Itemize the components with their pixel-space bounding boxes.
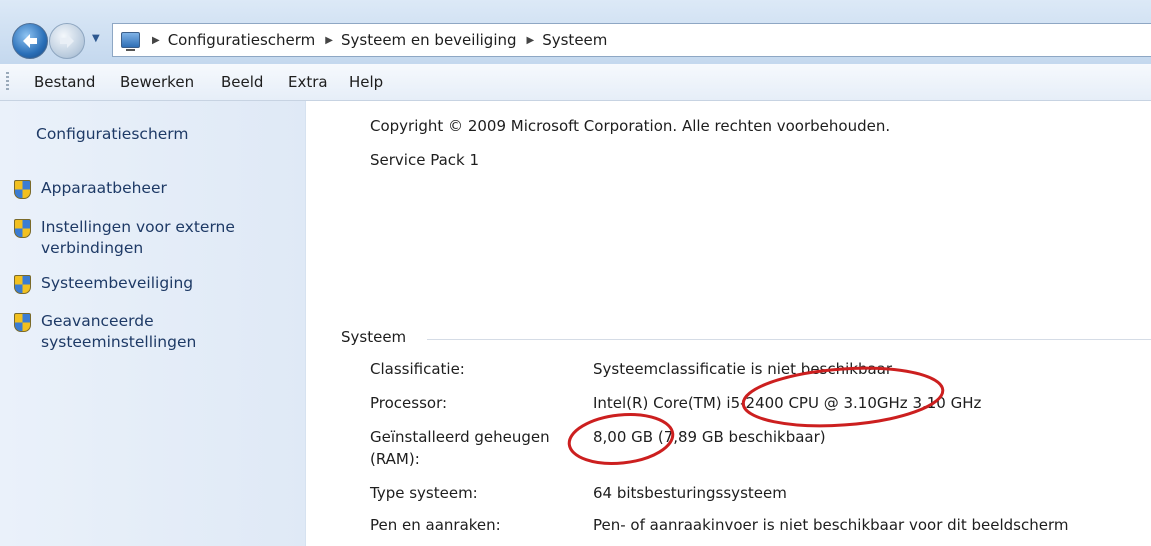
forward-arrow-icon (60, 34, 74, 48)
classification-link[interactable]: Systeemclassificatie is niet beschikbaar (593, 358, 892, 380)
computer-icon (121, 32, 140, 51)
control-panel-home-link[interactable]: Configuratiescherm (36, 125, 189, 143)
sidebar-item-label[interactable]: Geavanceerde systeeminstellingen (41, 311, 221, 353)
pen-touch-value: Pen- of aanraakinvoer is niet beschikbaa… (593, 516, 1069, 534)
processor-value: Intel(R) Core(TM) i5-2400 CPU @ 3.10GHz … (593, 394, 982, 412)
address-bar-area: ▼ ▶ Configuratiescherm ▶ Systeem en beve… (0, 0, 1151, 64)
chevron-right-icon[interactable]: ▶ (325, 35, 333, 46)
menu-beeld[interactable]: Beeld (221, 73, 263, 91)
system-group-title: Systeem (341, 328, 407, 346)
menu-bewerken[interactable]: Bewerken (120, 73, 194, 91)
service-pack-text: Service Pack 1 (370, 151, 480, 169)
forward-button[interactable] (49, 23, 85, 59)
menu-extra[interactable]: Extra (288, 73, 328, 91)
breadcrumb-item-systeem[interactable]: Systeem (542, 31, 607, 49)
menu-bar: Bestand Bewerken Beeld Extra Help (0, 64, 1151, 101)
recent-pages-dropdown[interactable]: ▼ (92, 33, 100, 44)
uac-shield-icon (14, 180, 31, 199)
task-pane: Configuratiescherm Apparaatbeheer Instel… (0, 101, 306, 546)
uac-shield-icon (14, 275, 31, 294)
sidebar-item-geavanceerde-systeeminstellingen[interactable]: Geavanceerde systeeminstellingen (14, 311, 221, 353)
chevron-right-icon[interactable]: ▶ (527, 35, 535, 46)
main-content: Copyright © 2009 Microsoft Corporation. … (305, 101, 1151, 546)
back-button[interactable] (12, 23, 48, 59)
ram-value: 8,00 GB (7,89 GB beschikbaar) (593, 428, 826, 446)
ram-label: Geïnstalleerd geheugen (RAM): (370, 428, 550, 468)
sidebar-item-systeembeveiliging[interactable]: Systeembeveiliging (14, 273, 281, 294)
group-divider (427, 339, 1151, 340)
classification-label: Classificatie: (370, 360, 465, 378)
sidebar-item-apparaatbeheer[interactable]: Apparaatbeheer (14, 178, 281, 199)
pen-touch-label: Pen en aanraken: (370, 516, 501, 534)
sidebar-item-label[interactable]: Instellingen voor externe verbindingen (41, 217, 261, 259)
system-type-value: 64 bitsbesturingssysteem (593, 484, 787, 502)
system-type-label: Type systeem: (370, 484, 478, 502)
sidebar-item-label[interactable]: Systeembeveiliging (41, 273, 281, 294)
address-path[interactable]: ▶ Configuratiescherm ▶ Systeem en beveil… (112, 23, 1151, 57)
sidebar-item-instellingen-voor-externe-verbindingen[interactable]: Instellingen voor externe verbindingen (14, 217, 261, 259)
breadcrumb-item-configuratiescherm[interactable]: Configuratiescherm (168, 31, 316, 49)
sidebar-item-label[interactable]: Apparaatbeheer (41, 178, 281, 199)
back-arrow-icon (23, 34, 37, 48)
breadcrumb-item-systeem-en-beveiliging[interactable]: Systeem en beveiliging (341, 31, 517, 49)
toolbar-grip[interactable] (6, 72, 9, 92)
chevron-right-icon[interactable]: ▶ (152, 35, 160, 46)
menu-bestand[interactable]: Bestand (34, 73, 95, 91)
uac-shield-icon (14, 313, 31, 332)
uac-shield-icon (14, 219, 31, 238)
menu-help[interactable]: Help (349, 73, 383, 91)
processor-label: Processor: (370, 394, 448, 412)
copyright-text: Copyright © 2009 Microsoft Corporation. … (370, 117, 891, 135)
